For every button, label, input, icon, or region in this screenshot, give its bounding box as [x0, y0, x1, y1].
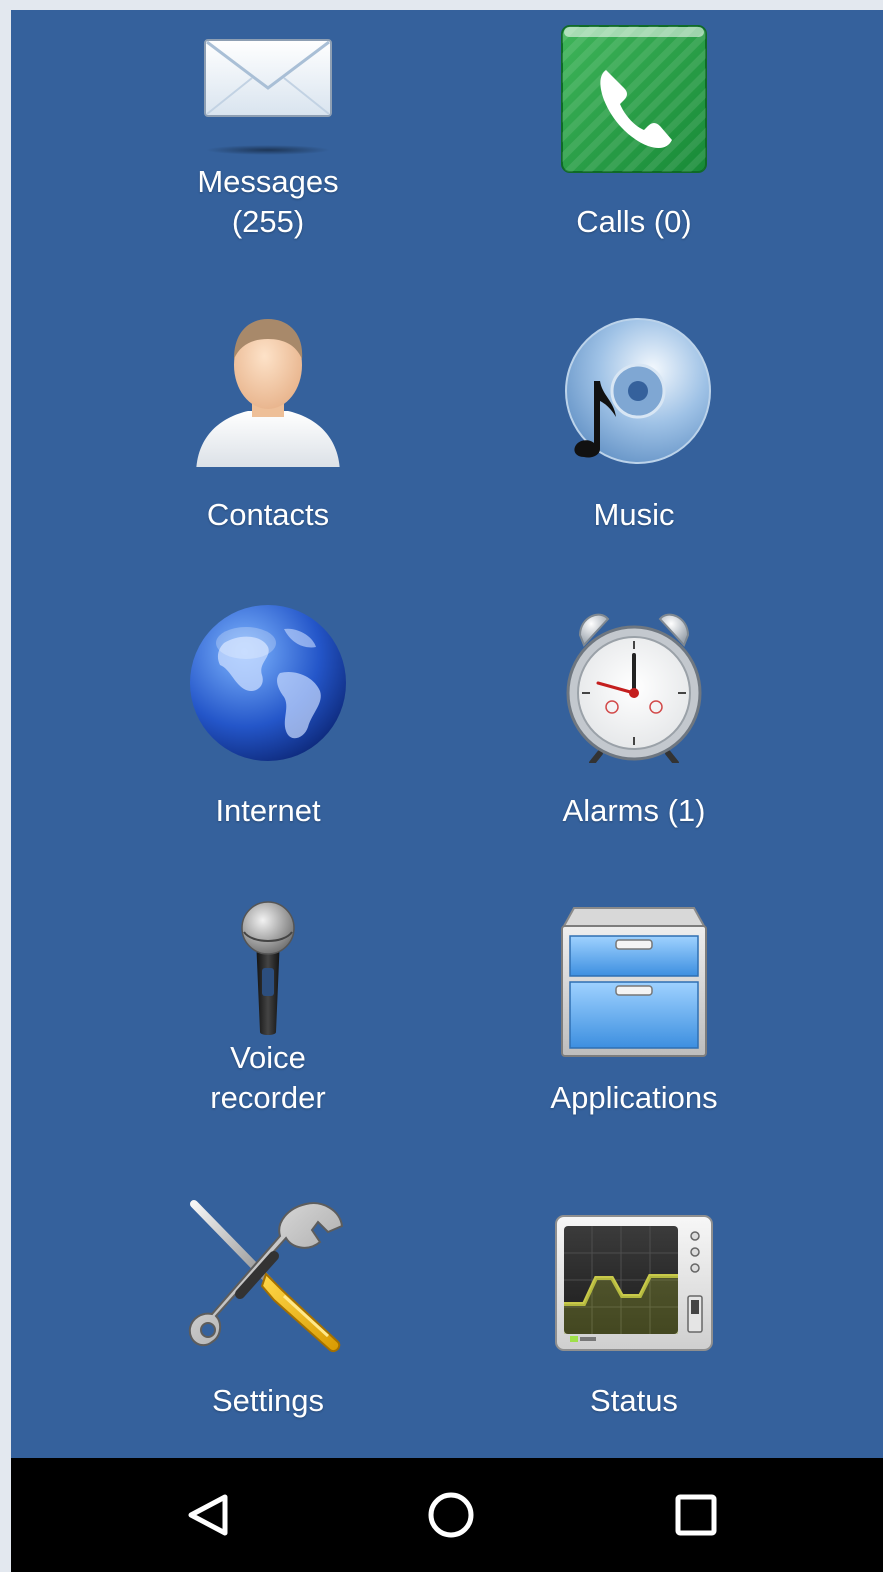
- app-label: Alarms (1): [562, 793, 706, 828]
- home-circle-icon: [428, 1492, 474, 1538]
- app-grid: Messages (255) Calls (0) Contacts Music …: [11, 10, 883, 1458]
- app-label: Internet: [215, 793, 321, 828]
- navigation-bar: [11, 1458, 883, 1572]
- app-tile-contacts[interactable]: Contacts: [118, 307, 418, 567]
- app-label: Music: [593, 497, 675, 532]
- app-tile-voice-recorder[interactable]: Voice recorder: [118, 898, 418, 1158]
- app-tile-messages[interactable]: Messages (255): [118, 22, 418, 282]
- app-label: Voice recorder: [210, 1040, 326, 1115]
- recents-square-icon: [675, 1494, 717, 1536]
- home-button[interactable]: [416, 1485, 486, 1545]
- globe-icon: [188, 603, 348, 763]
- app-label: Settings: [211, 1383, 324, 1418]
- back-button[interactable]: [171, 1485, 241, 1545]
- app-label: Applications: [550, 1080, 718, 1115]
- microphone-icon: [188, 898, 348, 1058]
- app-tile-applications[interactable]: Applications: [484, 898, 784, 1158]
- app-tile-music[interactable]: Music: [484, 307, 784, 567]
- app-label: Calls (0): [576, 204, 692, 239]
- app-tile-alarms[interactable]: Alarms (1): [484, 603, 784, 863]
- launcher-screen: Messages (255) Calls (0) Contacts Music …: [11, 10, 883, 1572]
- person-icon: [188, 307, 348, 467]
- recents-button[interactable]: [661, 1485, 731, 1545]
- app-label: Status: [590, 1383, 678, 1418]
- alarm-clock-icon: [554, 603, 714, 763]
- music-disc-icon: [554, 307, 714, 467]
- app-tile-internet[interactable]: Internet: [118, 603, 418, 863]
- monitor-icon: [554, 1196, 714, 1356]
- tools-icon: [188, 1196, 348, 1356]
- envelope-icon: [188, 22, 348, 182]
- phone-icon: [554, 22, 714, 182]
- app-label: Messages (255): [197, 164, 339, 239]
- app-tile-settings[interactable]: Settings: [118, 1196, 418, 1456]
- app-tile-status[interactable]: Status: [484, 1196, 784, 1456]
- back-triangle-icon: [188, 1494, 228, 1536]
- app-label: Contacts: [206, 497, 330, 532]
- app-tile-calls[interactable]: Calls (0): [484, 22, 784, 282]
- cabinet-icon: [554, 898, 714, 1058]
